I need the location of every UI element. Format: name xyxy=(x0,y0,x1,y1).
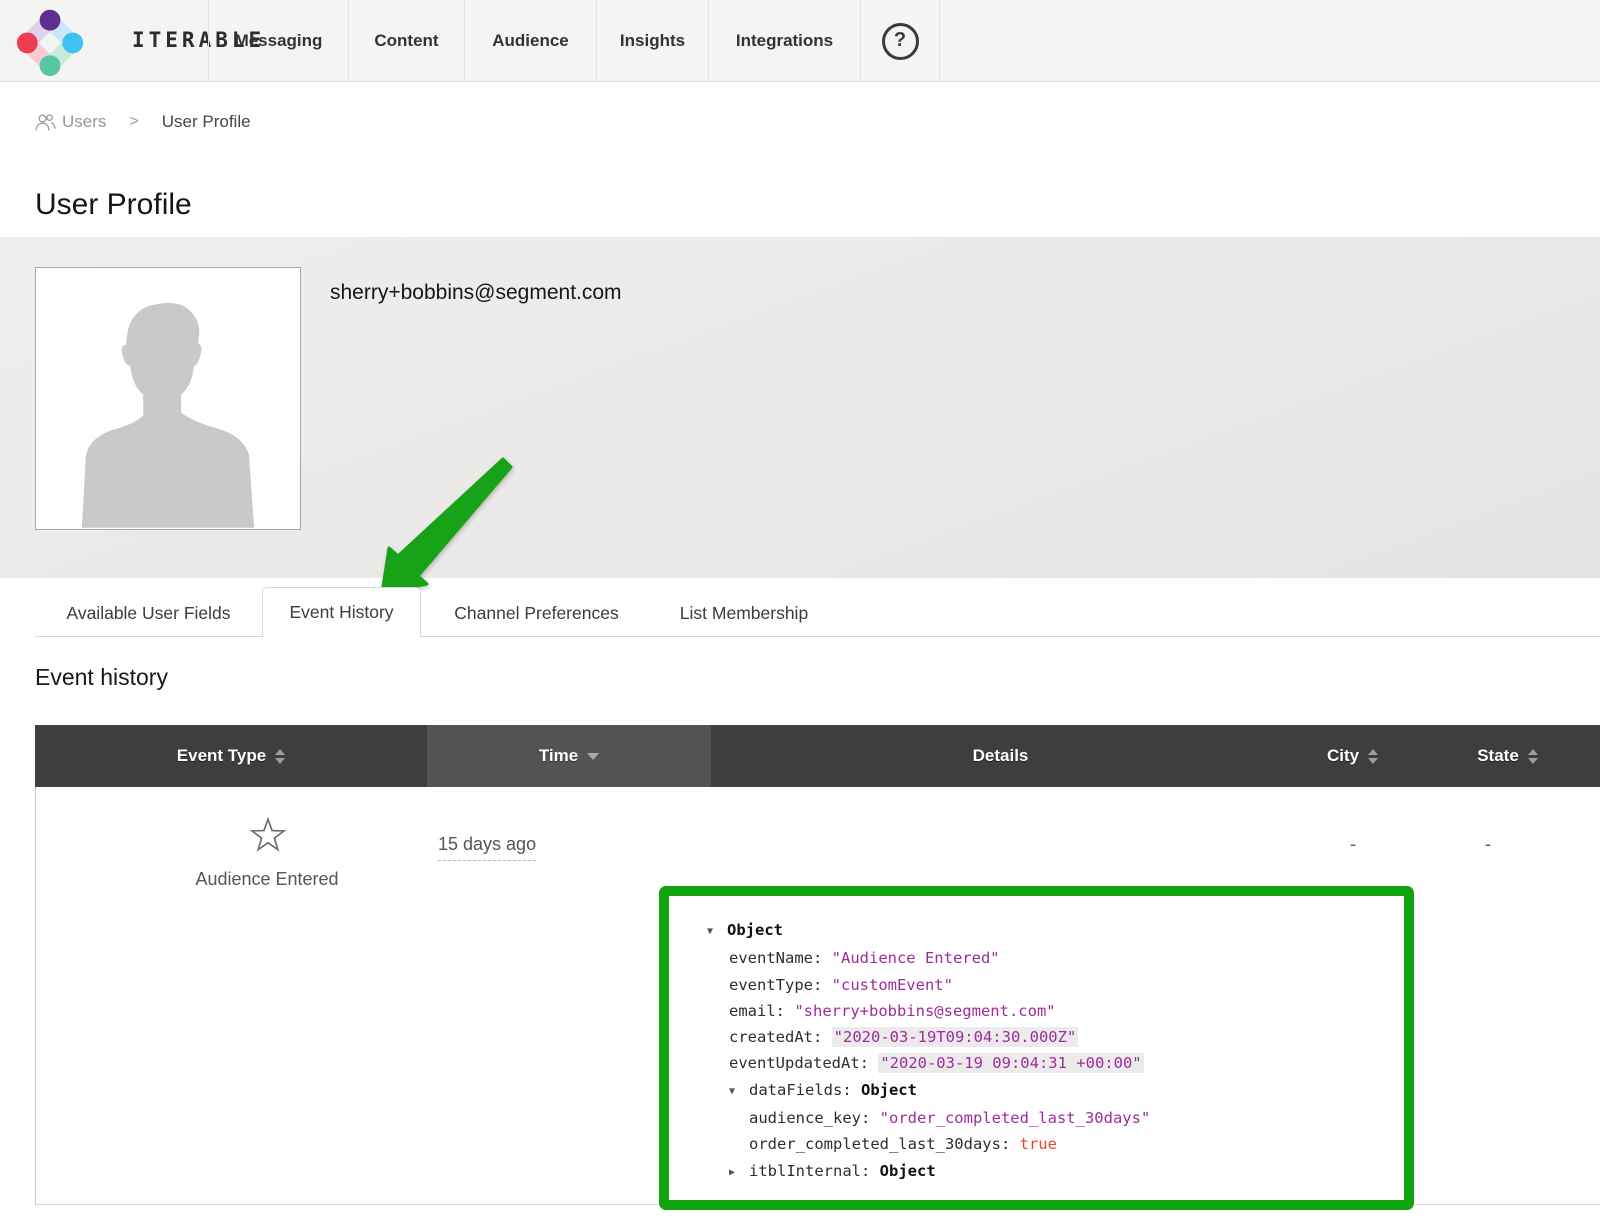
event-time-value[interactable]: 15 days ago xyxy=(438,834,536,861)
user-profile-screen: ITERABLE Messaging Content Audience Insi… xyxy=(0,0,1600,1219)
sort-icon xyxy=(275,749,285,764)
json-line-eventupdatedat: eventUpdatedAt: "2020-03-19 09:04:31 +00… xyxy=(669,1050,1404,1076)
sort-desc-icon xyxy=(587,753,599,760)
sort-icon xyxy=(1528,749,1538,764)
custom-event-star-icon xyxy=(248,815,288,855)
breadcrumb-current: User Profile xyxy=(162,112,251,132)
json-line-createdat: createdAt: "2020-03-19T09:04:30.000Z" xyxy=(669,1024,1404,1050)
json-line-eventname: eventName: "Audience Entered" xyxy=(669,945,1404,971)
tab-list-membership[interactable]: List Membership xyxy=(672,590,816,636)
tab-event-history[interactable]: Event History xyxy=(262,587,421,637)
city-value: - xyxy=(1343,834,1363,855)
profile-email: sherry+bobbins@segment.com xyxy=(330,281,622,305)
nav-menu: Messaging Content Audience Insights Inte… xyxy=(208,0,940,82)
column-header-event-type[interactable]: Event Type xyxy=(35,725,427,787)
annotation-box-details: ▼Object eventName: "Audience Entered" ev… xyxy=(659,886,1414,1210)
breadcrumb-users-label: Users xyxy=(62,112,106,132)
expander-collapsed-icon[interactable]: ▶ xyxy=(729,1160,749,1186)
help-icon: ? xyxy=(882,23,919,60)
top-navigation-bar: ITERABLE Messaging Content Audience Insi… xyxy=(0,0,1600,82)
nav-item-content[interactable]: Content xyxy=(348,0,464,82)
event-type-value: Audience Entered xyxy=(117,869,417,890)
help-button[interactable]: ? xyxy=(860,0,940,82)
section-heading: Event history xyxy=(35,664,168,691)
tab-channel-preferences[interactable]: Channel Preferences xyxy=(446,590,627,636)
avatar xyxy=(35,267,301,530)
json-line-order-completed: order_completed_last_30days: true xyxy=(669,1131,1404,1157)
breadcrumb-users-link[interactable]: Users xyxy=(35,112,106,132)
column-header-state[interactable]: State xyxy=(1415,725,1600,787)
event-details-json: ▼Object eventName: "Audience Entered" ev… xyxy=(669,917,1404,1186)
tab-available-user-fields[interactable]: Available User Fields xyxy=(35,590,262,636)
json-line-email: email: "sherry+bobbins@segment.com" xyxy=(669,998,1404,1024)
iterable-logo-icon[interactable] xyxy=(14,5,86,77)
breadcrumb: Users > User Profile xyxy=(35,112,251,132)
json-line-root: ▼Object xyxy=(669,917,1404,945)
avatar-silhouette-icon xyxy=(36,268,300,529)
state-value: - xyxy=(1478,834,1498,855)
nav-item-insights[interactable]: Insights xyxy=(596,0,708,82)
expander-icon[interactable]: ▼ xyxy=(729,1079,749,1105)
nav-item-integrations[interactable]: Integrations xyxy=(708,0,860,82)
json-line-itblinternal: ▶itblInternal: Object xyxy=(669,1158,1404,1186)
page-title: User Profile xyxy=(35,188,192,222)
sort-icon xyxy=(1368,749,1378,764)
column-header-time[interactable]: Time xyxy=(427,725,711,787)
json-line-datafields: ▼dataFields: Object xyxy=(669,1077,1404,1105)
event-table-body: Audience Entered 15 days ago - - ▼Object… xyxy=(35,787,1600,1205)
users-icon xyxy=(35,113,56,132)
column-header-city[interactable]: City xyxy=(1290,725,1415,787)
column-header-details: Details xyxy=(711,725,1290,787)
breadcrumb-chevron-icon: > xyxy=(129,113,138,131)
nav-item-messaging[interactable]: Messaging xyxy=(208,0,348,82)
expander-icon[interactable]: ▼ xyxy=(707,919,727,945)
json-line-audience-key: audience_key: "order_completed_last_30da… xyxy=(669,1105,1404,1131)
json-line-eventtype: eventType: "customEvent" xyxy=(669,972,1404,998)
profile-header-band: sherry+bobbins@segment.com xyxy=(0,237,1600,578)
nav-item-audience[interactable]: Audience xyxy=(464,0,596,82)
event-table-header: Event Type Time Details City State xyxy=(35,725,1600,787)
